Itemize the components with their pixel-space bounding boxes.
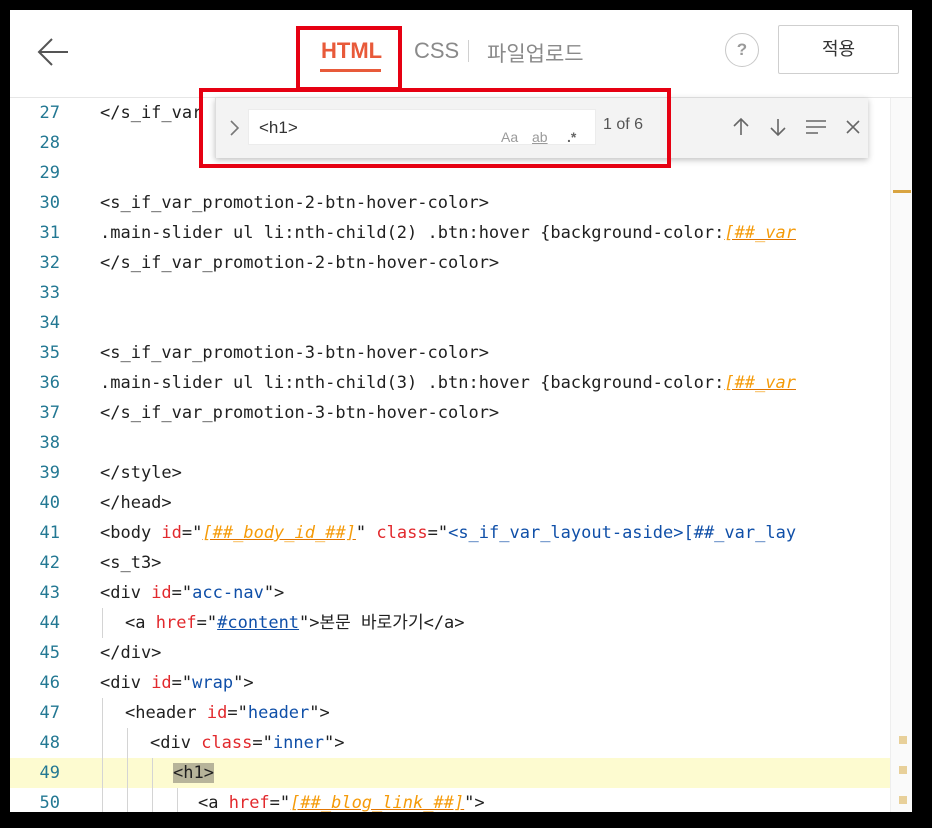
code-line: 39 </style> <box>10 458 890 488</box>
tab-html[interactable]: HTML <box>321 38 382 64</box>
close-icon[interactable] <box>840 114 866 140</box>
vertical-scrollbar[interactable] <box>890 98 912 812</box>
line-number: 29 <box>39 163 60 183</box>
line-number: 48 <box>39 733 60 753</box>
line-number: 28 <box>39 133 60 153</box>
code-text: </s_if_var <box>100 103 203 123</box>
help-button[interactable]: ? <box>725 33 759 67</box>
code-text: .main-slider ul li:nth-child(2) .btn:hov… <box>100 223 796 243</box>
code-text: </s_if_var_promotion-3-btn-hover-color> <box>100 403 500 423</box>
code-line: 32 </s_if_var_promotion-2-btn-hover-colo… <box>10 248 890 278</box>
line-number: 35 <box>39 343 60 363</box>
code-text: <div class="inner"> <box>150 733 345 753</box>
find-match-highlight: <h1> <box>173 763 214 783</box>
code-text: </style> <box>100 463 182 483</box>
code-text: <s_t3> <box>100 553 162 573</box>
code-line: 48 <div class="inner"> <box>10 728 890 758</box>
code-line: 31 .main-slider ul li:nth-child(2) .btn:… <box>10 218 890 248</box>
code-text: <body id="[##_body_id_##]" class="<s_if_… <box>100 523 797 543</box>
code-text: <a href="#content">본문 바로가기</a> <box>125 613 465 633</box>
find-query-text: <h1> <box>259 118 298 137</box>
code-line: 41 <body id="[##_body_id_##]" class="<s_… <box>10 518 890 548</box>
line-number: 34 <box>39 313 60 333</box>
editor-window: HTML CSS 파일업로드 ? 적용 27 </s_if_var 28 29 … <box>10 10 912 812</box>
line-number: 43 <box>39 583 60 603</box>
chevron-right-icon[interactable] <box>226 116 244 140</box>
find-input[interactable]: <h1> Aa ab .* <box>248 109 596 145</box>
line-number: 44 <box>39 613 60 633</box>
line-number: 42 <box>39 553 60 573</box>
arrow-down-icon[interactable] <box>765 114 791 140</box>
code-text: </div> <box>100 643 162 663</box>
match-count: 1 of 6 <box>603 116 644 133</box>
tab-css[interactable]: CSS <box>414 38 459 64</box>
code-line: 33 <box>10 278 890 308</box>
code-text: <h1> <box>173 758 214 788</box>
find-widget: <h1> Aa ab .* 1 of 6 <box>215 98 868 158</box>
code-line: 34 <box>10 308 890 338</box>
top-bar: HTML CSS 파일업로드 ? 적용 <box>10 10 912 98</box>
arrow-up-icon[interactable] <box>728 114 754 140</box>
line-number: 27 <box>39 103 60 123</box>
line-number: 36 <box>39 373 60 393</box>
apply-button[interactable]: 적용 <box>778 25 899 74</box>
code-line: 37 </s_if_var_promotion-3-btn-hover-colo… <box>10 398 890 428</box>
code-text: </s_if_var_promotion-2-btn-hover-color> <box>100 253 500 273</box>
line-number: 31 <box>39 223 60 243</box>
code-line: 44 <a href="#content">본문 바로가기</a> <box>10 608 890 638</box>
code-line: 45 </div> <box>10 638 890 668</box>
code-editor[interactable]: 27 </s_if_var 28 29 30 <s_if_var_promoti… <box>10 98 890 812</box>
match-case-toggle[interactable]: Aa <box>501 129 518 151</box>
code-text: <header id="header"> <box>125 703 330 723</box>
line-number: 49 <box>39 763 60 783</box>
code-text: <s_if_var_promotion-3-btn-hover-color> <box>100 343 489 363</box>
line-number: 46 <box>39 673 60 693</box>
whole-word-toggle[interactable]: ab <box>532 129 548 151</box>
code-line: 42 <s_t3> <box>10 548 890 578</box>
code-text: </head> <box>100 493 172 513</box>
code-line: 35 <s_if_var_promotion-3-btn-hover-color… <box>10 338 890 368</box>
code-text: <div id="wrap"> <box>100 673 254 693</box>
tab-file-upload[interactable]: 파일업로드 <box>487 38 584 68</box>
line-number: 33 <box>39 283 60 303</box>
code-line: 38 <box>10 428 890 458</box>
code-text: .main-slider ul li:nth-child(3) .btn:hov… <box>100 373 796 393</box>
code-line: 36 .main-slider ul li:nth-child(3) .btn:… <box>10 368 890 398</box>
code-line: 40 </head> <box>10 488 890 518</box>
find-in-selection-icon[interactable] <box>803 114 829 140</box>
code-line: 43 <div id="acc-nav"> <box>10 578 890 608</box>
active-tab-indicator <box>320 69 381 72</box>
line-number: 41 <box>39 523 60 543</box>
code-line: 29 <box>10 158 890 188</box>
line-number: 50 <box>39 793 60 812</box>
line-number: 38 <box>39 433 60 453</box>
regex-toggle[interactable]: .* <box>567 129 576 151</box>
code-line: 46 <div id="wrap"> <box>10 668 890 698</box>
line-number: 32 <box>39 253 60 273</box>
code-line: 30 <s_if_var_promotion-2-btn-hover-color… <box>10 188 890 218</box>
code-text: <s_if_var_promotion-2-btn-hover-color> <box>100 193 489 213</box>
line-number: 40 <box>39 493 60 513</box>
code-line-current: 49 <h1> <box>10 758 890 788</box>
code-text: <div id="acc-nav"> <box>100 583 285 603</box>
line-number: 47 <box>39 703 60 723</box>
line-number: 37 <box>39 403 60 423</box>
line-number: 30 <box>39 193 60 213</box>
code-text: <a href="[##_blog_link_##]"> <box>198 793 485 812</box>
line-number: 39 <box>39 463 60 483</box>
code-line: 47 <header id="header"> <box>10 698 890 728</box>
line-number: 45 <box>39 643 60 663</box>
tab-divider <box>468 40 469 62</box>
code-line: 50 <a href="[##_blog_link_##]"> <box>10 788 890 812</box>
arrow-left-icon[interactable] <box>34 32 74 72</box>
